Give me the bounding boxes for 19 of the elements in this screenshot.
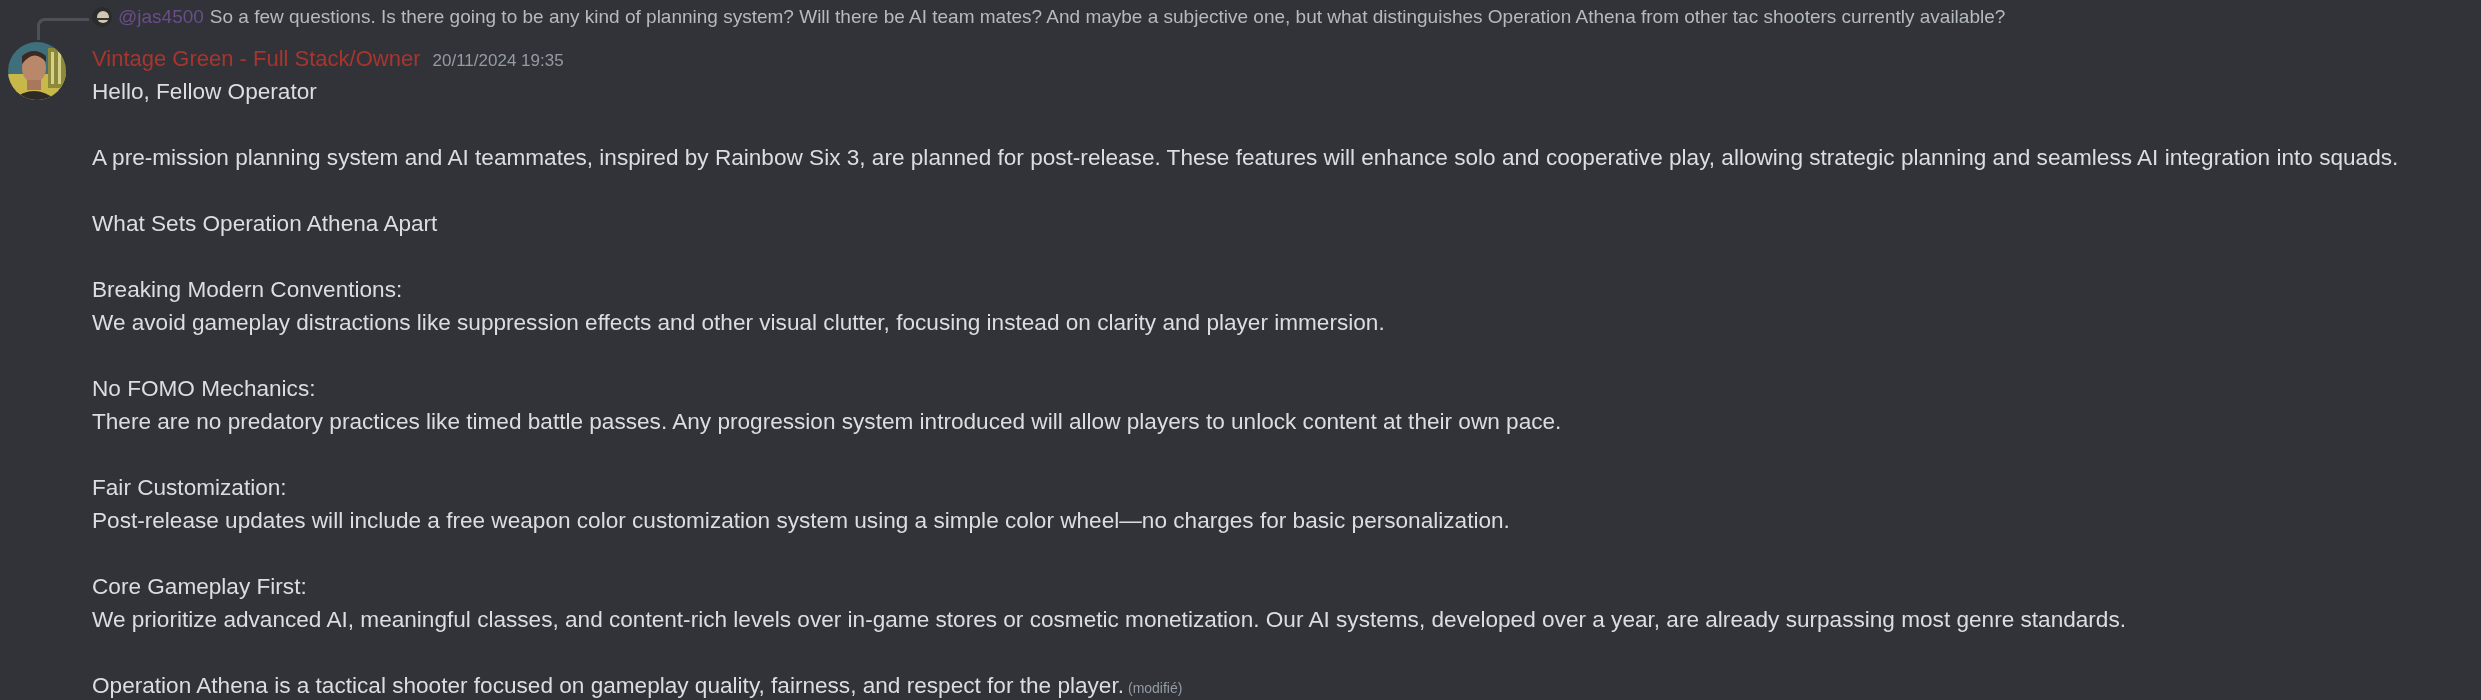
message-text: A pre-mission planning system and AI teammates, inspired by Rainbow Six 3, are planned for post-release. These features will enhance solo and cooperative play, allowing strategic planning and seamless AI integration into squads.: [92, 144, 2399, 172]
edited-label: (modifié): [1127, 680, 1183, 696]
avatar-icon[interactable]: [92, 7, 112, 27]
message-text: Operation Athena is a tactical shooter focused on gameplay quality, fairness, and respect for the player.: [92, 673, 1124, 698]
message-text: Fair Customization:: [92, 474, 288, 502]
message-text: We prioritize advanced AI, meaningful classes, and content-rich levels over in-game stores or cosmetic monetization. Our AI systems, developed over a year, are already surpassing most genre standards.: [92, 606, 2127, 634]
reply-preview[interactable]: So a few questions. Is there going to be any kind of planning system? Will there be AI team mates? And maybe a subjective one, but what distinguishes Operation Athena from other tac shooters currently available?: [209, 2, 2006, 32]
timestamp: 20/11/2024 19:35: [432, 50, 564, 72]
message-text: Breaking Modern Conventions:: [92, 276, 404, 304]
message-text: No FOMO Mechanics:: [92, 375, 317, 403]
reply-username[interactable]: @jas4500: [118, 2, 204, 32]
message-text: Hello, Fellow Operator: [92, 78, 318, 106]
message-text: Core Gameplay First:: [92, 573, 308, 601]
message-text: We avoid gameplay distractions like suppression effects and other visual clutter, focusing instead on clarity and player immersion.: [92, 309, 1386, 337]
author-name[interactable]: Vintage Green - Full Stack/Owner: [92, 42, 421, 75]
message-text: There are no predatory practices like timed battle passes. Any progression system introduced will allow players to unlock content at their own pace.: [92, 408, 1563, 436]
message-text: Post-release updates will include a free weapon color customization system using a simple color wheel—no charges for basic personalization.: [92, 507, 1511, 535]
reply-connector-line: [37, 18, 89, 40]
message-text: What Sets Operation Athena Apart: [92, 210, 439, 238]
